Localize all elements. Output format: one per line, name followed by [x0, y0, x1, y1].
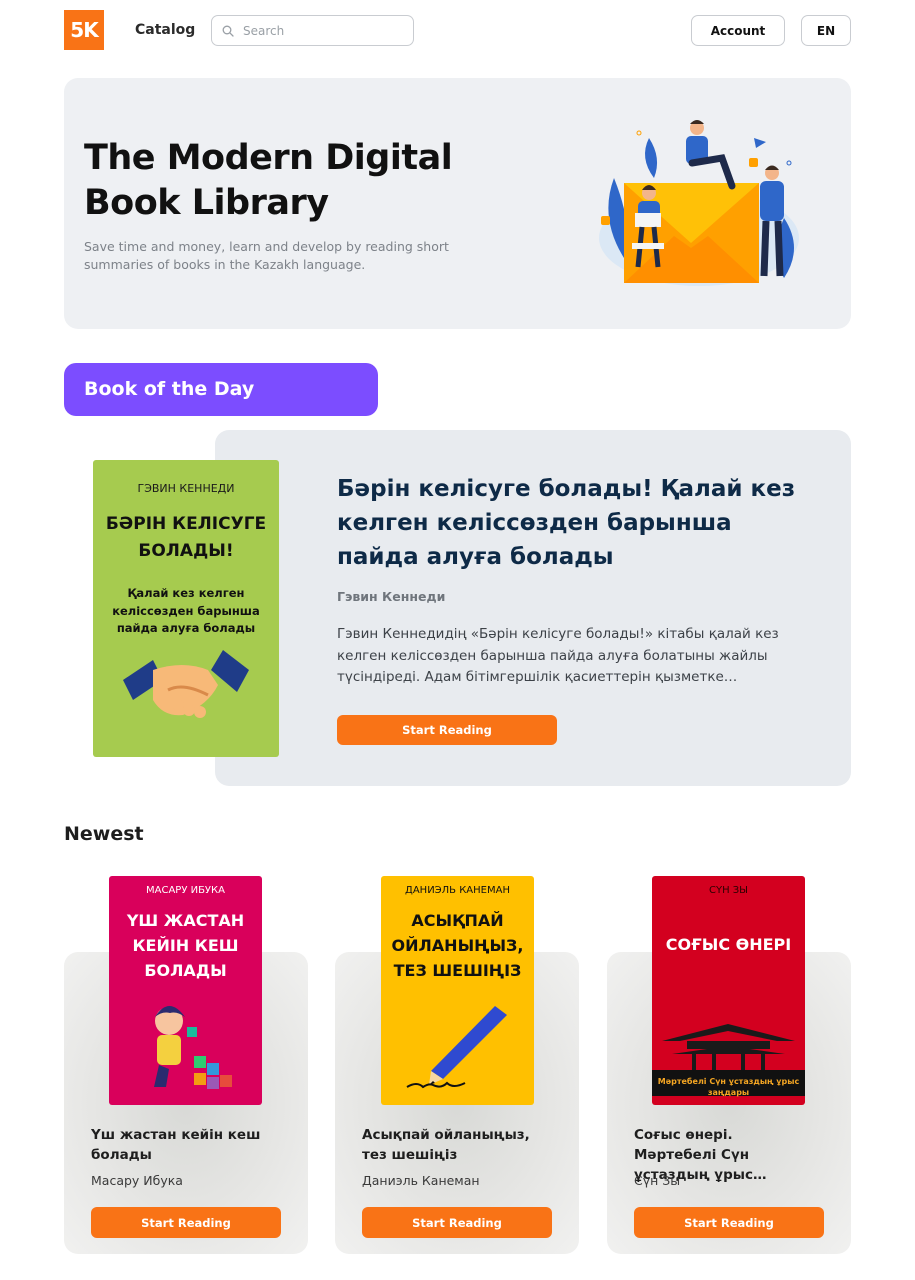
book-author: Масару Ибука [91, 1173, 183, 1188]
cover-author: ДАНИЭЛЬ КАНЕМАН [405, 885, 510, 896]
hero-subtitle: Save time and money, learn and develop b… [84, 239, 449, 272]
logo[interactable]: 5K [64, 10, 104, 50]
hero-banner: The Modern Digital Book Library Save tim… [64, 78, 851, 329]
search-input[interactable] [243, 23, 393, 38]
book-author: Сүн Зы [634, 1173, 681, 1188]
search-box[interactable] [211, 15, 414, 46]
cover-subtitle: Қалай кез келген келіссөзден барынша пай… [112, 586, 260, 635]
child-with-blocks-illustration [154, 1006, 232, 1089]
book-of-the-day-title[interactable]: Бәрін келісуге болады! Қалай кез келген … [337, 472, 817, 574]
language-button[interactable]: EN [801, 15, 851, 46]
cover-title: ҮШ ЖАСТАН КЕЙІН КЕШ БОЛАДЫ [126, 911, 245, 980]
pen-icon [406, 1006, 507, 1089]
hero-title: The Modern Digital Book Library [84, 138, 453, 223]
start-reading-button[interactable]: Start Reading [91, 1207, 281, 1238]
book-of-the-day-description: Гэвин Кеннедидің «Бәрін келісуге болады!… [337, 626, 779, 685]
handshake-icon [123, 650, 249, 718]
book-title[interactable]: Асықпай ойланыңыз, тез шешіңіз [362, 1125, 542, 1165]
reading-people-illustration [599, 120, 799, 286]
cover-subtitle: Мәртебелі Сүн ұстаздың ұрыс заңдары [657, 1077, 800, 1097]
book-of-the-day-author: Гэвин Кеннеди [337, 589, 446, 604]
start-reading-button[interactable]: Start Reading [634, 1207, 824, 1238]
cover-title: СОҒЫС ӨНЕРІ [665, 935, 792, 954]
cover-author: СҮН ЗЫ [708, 885, 749, 896]
book-cover[interactable]: СҮН ЗЫ СОҒЫС ӨНЕРІ Мәртебелі Сүн ұстазды… [652, 876, 805, 1105]
cover-author: МАСАРУ ИБУКА [146, 885, 225, 896]
book-author: Даниэль Канеман [362, 1173, 480, 1188]
book-title[interactable]: Үш жастан кейін кеш болады [91, 1125, 271, 1165]
book-of-the-day-cover[interactable]: ГЭВИН КЕННЕДИ БӘРІН КЕЛІСУГЕ БОЛАДЫ! Қал… [93, 460, 279, 757]
nav-catalog-link[interactable]: Catalog [135, 22, 195, 38]
account-button[interactable]: Account [691, 15, 785, 46]
cover-title: АСЫҚПАЙ ОЙЛАНЫҢЫЗ, ТЕЗ ШЕШІҢІЗ [391, 911, 524, 980]
book-cover[interactable]: МАСАРУ ИБУКА ҮШ ЖАСТАН КЕЙІН КЕШ БОЛАДЫ [109, 876, 262, 1105]
book-cover[interactable]: ДАНИЭЛЬ КАНЕМАН АСЫҚПАЙ ОЙЛАНЫҢЫЗ, ТЕЗ Ш… [381, 876, 534, 1105]
start-reading-button[interactable]: Start Reading [337, 715, 557, 745]
cover-author: ГЭВИН КЕННЕДИ [137, 482, 235, 495]
newest-heading: Newest [64, 823, 144, 845]
cover-title: БӘРІН КЕЛІСУГЕ БОЛАДЫ! [105, 514, 267, 561]
start-reading-button[interactable]: Start Reading [362, 1207, 552, 1238]
search-icon [222, 25, 234, 37]
book-of-the-day-label: Book of the Day [64, 363, 378, 416]
